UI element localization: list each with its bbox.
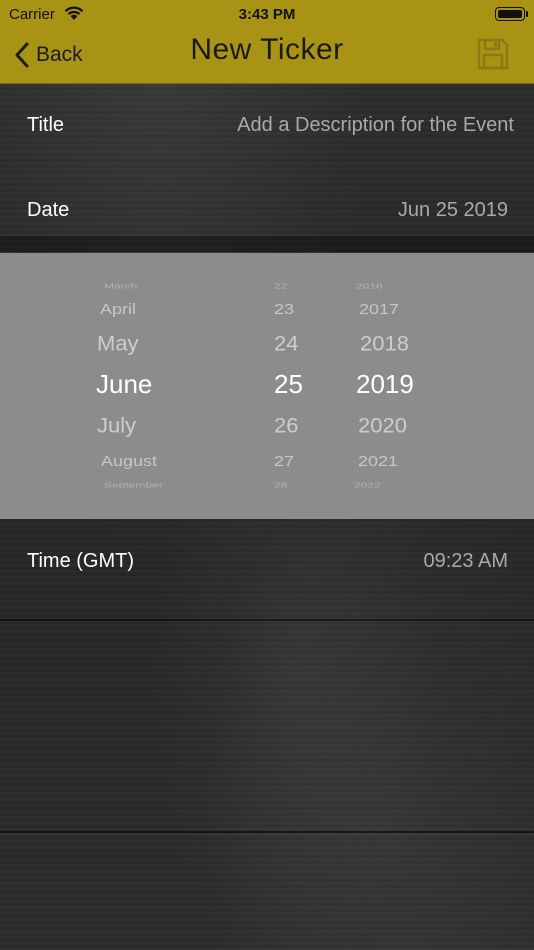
- day-wheel[interactable]: 22 23 24 25 26 27 28: [240, 253, 340, 519]
- date-label: Date: [27, 199, 70, 221]
- day-option[interactable]: 27: [274, 453, 294, 470]
- time-value[interactable]: 09:23 AM: [423, 550, 508, 573]
- day-option[interactable]: 23: [274, 301, 294, 318]
- month-option[interactable]: August: [101, 453, 157, 470]
- year-option[interactable]: 2021: [358, 453, 398, 470]
- year-option[interactable]: 2019: [356, 369, 414, 400]
- date-picker[interactable]: March April May June July August September 22 2…: [0, 253, 534, 519]
- page-title: New Ticker: [190, 33, 344, 66]
- status-bar: Carrier 3:43 PM: [0, 0, 534, 30]
- month-option[interactable]: September: [104, 481, 163, 489]
- year-option[interactable]: 2022: [354, 481, 381, 489]
- year-option[interactable]: 2020: [358, 414, 407, 439]
- navigation-bar: Back New Ticker: [0, 30, 534, 84]
- time-row[interactable]: Time (GMT) 09:23 AM: [0, 550, 534, 576]
- year-option[interactable]: 2018: [360, 332, 409, 357]
- month-option[interactable]: May: [97, 332, 139, 357]
- save-icon[interactable]: [476, 37, 510, 71]
- year-wheel[interactable]: 2016 2017 2018 2019 2020 2021 2022: [330, 253, 460, 519]
- title-row[interactable]: Title Add a Description for the Event: [0, 114, 534, 140]
- year-option[interactable]: 2017: [359, 301, 399, 318]
- plank-seam: [0, 831, 534, 833]
- year-option[interactable]: 2016: [356, 282, 383, 290]
- day-option[interactable]: 26: [274, 414, 298, 439]
- plank-seam: [0, 619, 534, 621]
- day-option[interactable]: 24: [274, 332, 298, 357]
- title-input[interactable]: Add a Description for the Event: [237, 114, 514, 137]
- date-row[interactable]: Date Jun 25 2019: [0, 199, 534, 225]
- day-option[interactable]: 25: [274, 369, 303, 400]
- month-option[interactable]: March: [104, 282, 137, 290]
- month-option[interactable]: April: [100, 301, 136, 318]
- date-value[interactable]: Jun 25 2019: [398, 199, 508, 222]
- title-label: Title: [27, 114, 65, 136]
- month-option[interactable]: June: [96, 369, 152, 400]
- time-label: Time (GMT): [27, 550, 135, 572]
- month-wheel[interactable]: March April May June July August September: [0, 253, 260, 519]
- day-option[interactable]: 22: [274, 282, 287, 290]
- status-time: 3:43 PM: [238, 6, 296, 23]
- month-option[interactable]: July: [97, 414, 136, 439]
- battery-icon: [495, 7, 528, 21]
- day-option[interactable]: 28: [274, 481, 287, 489]
- divider: [0, 236, 534, 252]
